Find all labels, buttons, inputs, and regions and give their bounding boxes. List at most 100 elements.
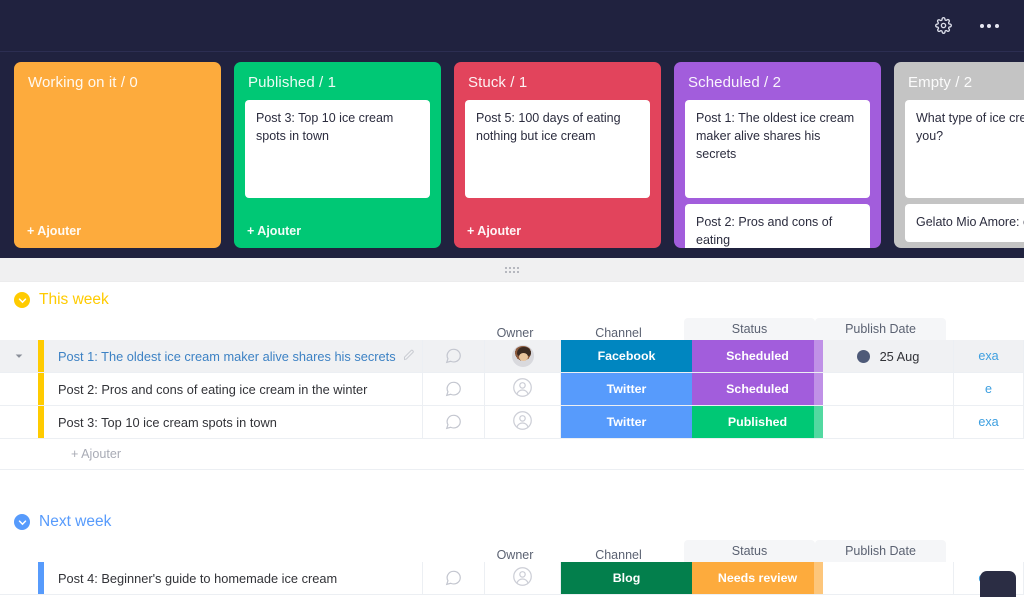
kanban-board: Working on it / 0 + Ajouter Published / 1P… xyxy=(0,52,1024,258)
kanban-card[interactable]: Post 3: Top 10 ice cream spots in town xyxy=(245,100,430,198)
avatar-placeholder-icon xyxy=(512,566,533,590)
row-title-cell[interactable]: Post 1: The oldest ice cream maker alive… xyxy=(44,340,423,372)
column-header-status[interactable]: Status xyxy=(684,540,815,562)
kanban-column-title: Scheduled / 2 xyxy=(688,74,782,91)
app-root: Working on it / 0 + Ajouter Published / 1P… xyxy=(0,0,1024,597)
add-row-button[interactable]: + Ajouter xyxy=(0,439,1024,470)
avatar-placeholder-icon xyxy=(512,377,533,401)
top-bar-actions xyxy=(930,13,1002,39)
status-label: Published xyxy=(727,415,788,429)
row-comment-icon[interactable] xyxy=(423,340,485,372)
row-status-cell[interactable]: Scheduled xyxy=(692,373,823,405)
status-label: Scheduled xyxy=(726,349,789,363)
channel-label: Blog xyxy=(612,571,641,585)
row-date-cell[interactable]: 25 Aug xyxy=(823,340,954,372)
kanban-card[interactable]: Post 5: 100 days of eating nothing but i… xyxy=(465,100,650,198)
row-channel-cell[interactable]: Blog xyxy=(561,562,692,594)
row-comment-icon[interactable] xyxy=(423,562,485,594)
row-link-cell[interactable]: exa xyxy=(954,406,1024,438)
kanban-column[interactable]: Published / 1 Post 3: Top 10 ice cream sp… xyxy=(234,62,441,248)
row-status-cell[interactable]: Scheduled xyxy=(692,340,823,372)
row-link-cell[interactable]: e xyxy=(954,373,1024,405)
row-comment-icon[interactable] xyxy=(423,406,485,438)
row-title: Post 1: The oldest ice cream maker alive… xyxy=(58,348,396,364)
group-collapse-icon[interactable] xyxy=(14,514,30,530)
link-text: exa xyxy=(978,349,999,363)
row-channel-cell[interactable]: Twitter xyxy=(561,406,692,438)
kanban-card[interactable]: What type of ice cream are you? xyxy=(905,100,1024,198)
row-channel-cell[interactable]: Facebook xyxy=(561,340,692,372)
edit-pencil-icon[interactable] xyxy=(403,349,415,364)
row-owner-cell[interactable] xyxy=(485,373,561,405)
link-text: e xyxy=(984,382,992,396)
row-title-cell[interactable]: Post 3: Top 10 ice cream spots in town xyxy=(44,406,423,438)
row-comment-icon[interactable] xyxy=(423,373,485,405)
column-header-date[interactable]: Publish Date xyxy=(815,540,946,562)
kanban-column[interactable]: Empty / 2 What type of ice cream are you?… xyxy=(894,62,1024,248)
row-owner-cell[interactable] xyxy=(485,562,561,594)
corner-widget[interactable] xyxy=(980,571,1016,597)
top-bar xyxy=(0,0,1024,52)
kanban-add-item-button[interactable]: + Ajouter xyxy=(894,218,1024,248)
row-date-cell[interactable] xyxy=(823,373,954,405)
kanban-add-item-button[interactable]: + Ajouter xyxy=(674,218,881,248)
channel-label: Twitter xyxy=(606,382,647,396)
table-panel: This week Owner Channel Status Publish Date P… xyxy=(0,282,1024,597)
column-header-channel[interactable]: Channel xyxy=(553,326,684,340)
kanban-column[interactable]: Scheduled / 2 Post 1: The oldest ice crea… xyxy=(674,62,881,248)
row-expand-icon[interactable] xyxy=(0,562,38,594)
table-row[interactable]: Post 2: Pros and cons of eating ice crea… xyxy=(0,373,1024,406)
date-label: 25 Aug xyxy=(879,348,920,364)
table-row[interactable]: Post 3: Top 10 ice cream spots in town Tw… xyxy=(0,406,1024,439)
drag-handle-icon[interactable] xyxy=(505,266,519,273)
channel-label: Twitter xyxy=(606,415,647,429)
row-title-cell[interactable]: Post 4: Beginner's guide to homemade ice… xyxy=(44,562,423,594)
panel-splitter[interactable] xyxy=(0,258,1024,282)
gear-icon[interactable] xyxy=(930,13,956,39)
ellipsis-icon[interactable] xyxy=(976,13,1002,39)
row-date-cell[interactable] xyxy=(823,406,954,438)
kanban-column-title: Stuck / 1 xyxy=(468,74,528,91)
column-header-status[interactable]: Status xyxy=(684,318,815,340)
row-title: Post 2: Pros and cons of eating ice crea… xyxy=(58,381,368,397)
kanban-column-title: Published / 1 xyxy=(248,74,337,91)
group-collapse-icon[interactable] xyxy=(14,292,30,308)
status-label: Scheduled xyxy=(726,382,789,396)
link-text: exa xyxy=(978,415,999,429)
column-header-date[interactable]: Publish Date xyxy=(815,318,946,340)
table-row[interactable]: Post 1: The oldest ice cream maker alive… xyxy=(0,340,1024,373)
kanban-column-title: Working on it / 0 xyxy=(28,74,138,91)
row-expand-icon[interactable] xyxy=(0,373,38,405)
kanban-add-item-button[interactable]: + Ajouter xyxy=(454,218,661,248)
row-link-cell[interactable]: exa xyxy=(954,340,1024,372)
row-date-cell[interactable] xyxy=(823,562,954,594)
row-status-cell[interactable]: Needs review xyxy=(692,562,823,594)
group-title: This week xyxy=(39,291,109,308)
row-expand-icon[interactable] xyxy=(0,340,38,372)
avatar xyxy=(511,345,534,367)
ellipsis-dots xyxy=(979,23,999,28)
row-owner-cell[interactable] xyxy=(485,406,561,438)
date-status-dot xyxy=(856,349,870,363)
row-title: Post 3: Top 10 ice cream spots in town xyxy=(58,414,277,430)
table-group: Next week Owner Channel Status Publish Date P… xyxy=(0,504,1024,595)
column-header-owner[interactable]: Owner xyxy=(477,326,553,340)
row-title-cell[interactable]: Post 2: Pros and cons of eating ice crea… xyxy=(44,373,423,405)
kanban-card[interactable]: Post 1: The oldest ice cream maker alive… xyxy=(685,100,870,198)
kanban-column[interactable]: Working on it / 0 + Ajouter xyxy=(14,62,221,248)
kanban-add-item-button[interactable]: + Ajouter xyxy=(234,218,441,248)
table-column-headers: Owner Channel Status Publish Date xyxy=(0,318,1024,340)
table-row[interactable]: Post 4: Beginner's guide to homemade ice… xyxy=(0,562,1024,595)
row-status-cell[interactable]: Published xyxy=(692,406,823,438)
row-expand-icon[interactable] xyxy=(0,406,38,438)
row-title: Post 4: Beginner's guide to homemade ice… xyxy=(58,570,338,586)
column-header-channel[interactable]: Channel xyxy=(553,548,684,562)
status-label: Needs review xyxy=(717,571,798,585)
row-owner-cell[interactable] xyxy=(485,340,561,372)
row-channel-cell[interactable]: Twitter xyxy=(561,373,692,405)
kanban-column[interactable]: Stuck / 1 Post 5: 100 days of eating noth… xyxy=(454,62,661,248)
kanban-column-title: Empty / 2 xyxy=(908,74,973,91)
column-header-owner[interactable]: Owner xyxy=(477,548,553,562)
table-group: This week Owner Channel Status Publish Date P… xyxy=(0,282,1024,504)
kanban-add-item-button[interactable]: + Ajouter xyxy=(14,218,221,248)
